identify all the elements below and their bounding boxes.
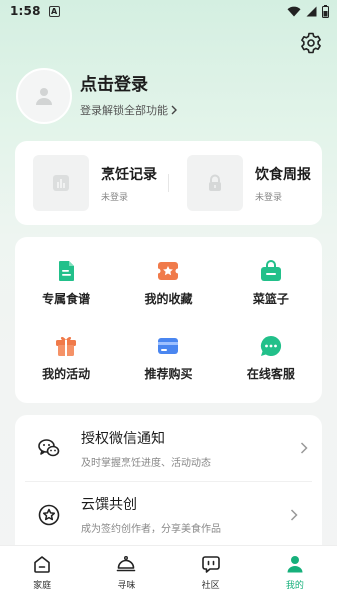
grid-item-my-activities[interactable]: 我的活动 xyxy=(15,320,117,395)
list-item-wechat-notify[interactable]: 授权微信通知 及时掌握烹饪进度、活动动态 xyxy=(15,415,322,481)
records-card: 烹饪记录 未登录 饮食周报 未登录 xyxy=(15,141,322,225)
battery-icon xyxy=(322,4,329,18)
diet-weekly-title: 饮食周报 xyxy=(255,166,311,183)
grid-label: 我的收藏 xyxy=(144,291,193,306)
grid-item-exclusive-recipes[interactable]: 专属食谱 xyxy=(15,245,117,320)
grid-item-shopping-basket[interactable]: 菜篮子 xyxy=(220,245,322,320)
tab-mine[interactable]: 我的 xyxy=(253,546,337,599)
tab-label: 寻味 xyxy=(117,581,136,591)
tab-label: 我的 xyxy=(285,581,304,591)
settings-button[interactable] xyxy=(299,31,323,55)
chevron-right-icon xyxy=(290,508,298,521)
features-grid: 专属食谱 我的收藏 菜篮子 我的活动 推荐购买 在线客服 xyxy=(15,237,322,403)
list-item-co-creation[interactable]: 云馔共创 成为签约创作者，分享美食作品 xyxy=(25,481,312,547)
tab-label: 家庭 xyxy=(33,581,52,591)
bottom-tab-bar: 家庭 寻味 社区 我的 xyxy=(0,545,337,599)
cooking-record-entry[interactable]: 烹饪记录 未登录 xyxy=(15,155,168,211)
basket-icon xyxy=(260,259,281,281)
gear-icon xyxy=(301,32,321,54)
login-subtitle: 登录解锁全部功能 xyxy=(80,102,178,118)
cloche-icon xyxy=(117,556,136,572)
cooking-record-status: 未登录 xyxy=(101,192,129,203)
tab-label: 社区 xyxy=(201,581,220,591)
list-item-subtitle: 成为签约创作者，分享美食作品 xyxy=(81,524,221,535)
grid-item-my-favorites[interactable]: 我的收藏 xyxy=(117,245,219,320)
chevron-right-icon xyxy=(300,442,308,454)
list-item-title: 云馔共创 xyxy=(81,497,137,513)
list-item-subtitle: 及时掌握烹饪进度、活动动态 xyxy=(81,457,211,469)
star-badge-icon xyxy=(38,504,60,525)
home-icon xyxy=(34,556,50,573)
login-profile[interactable]: 点击登录 登录解锁全部功能 xyxy=(16,68,316,124)
diet-weekly-thumb xyxy=(187,155,243,211)
diet-weekly-status: 未登录 xyxy=(255,192,283,203)
user-icon xyxy=(36,88,52,105)
diet-weekly-entry[interactable]: 饮食周报 未登录 xyxy=(169,155,322,211)
status-bar: 1:58 A xyxy=(0,0,337,22)
cooking-record-thumb xyxy=(33,155,89,211)
grid-label: 推荐购买 xyxy=(144,366,193,381)
grid-item-online-support[interactable]: 在线客服 xyxy=(220,320,322,395)
person-icon xyxy=(287,556,303,573)
chart-bars-icon xyxy=(53,175,69,191)
card-icon xyxy=(158,337,179,354)
login-subtitle-text: 登录解锁全部功能 xyxy=(80,104,168,117)
grid-label: 专属食谱 xyxy=(42,291,91,306)
grid-item-recommended-purchase[interactable]: 推荐购买 xyxy=(117,320,219,395)
tab-explore[interactable]: 寻味 xyxy=(84,546,168,599)
list-item-title: 授权微信通知 xyxy=(81,430,165,447)
notification-a-icon: A xyxy=(48,5,60,17)
status-time: 1:58 xyxy=(10,4,41,18)
login-title: 点击登录 xyxy=(80,75,148,95)
tab-home[interactable]: 家庭 xyxy=(0,546,84,599)
avatar xyxy=(16,68,72,124)
grid-label: 在线客服 xyxy=(246,366,295,381)
grid-label: 我的活动 xyxy=(42,366,91,381)
chevron-right-icon xyxy=(171,105,177,115)
status-icons xyxy=(287,4,329,18)
cooking-record-title: 烹饪记录 xyxy=(101,166,157,183)
wechat-icon xyxy=(38,439,60,457)
chat-support-icon xyxy=(260,335,281,356)
wifi-icon xyxy=(287,6,301,16)
favorites-star-icon xyxy=(156,261,181,280)
grid-label: 菜篮子 xyxy=(252,291,289,306)
gift-icon xyxy=(56,336,77,356)
recipe-document-icon xyxy=(59,260,75,281)
lock-icon xyxy=(209,174,221,191)
chat-bubble-icon xyxy=(201,556,220,573)
tab-community[interactable]: 社区 xyxy=(169,546,253,599)
signal-icon xyxy=(306,6,317,16)
